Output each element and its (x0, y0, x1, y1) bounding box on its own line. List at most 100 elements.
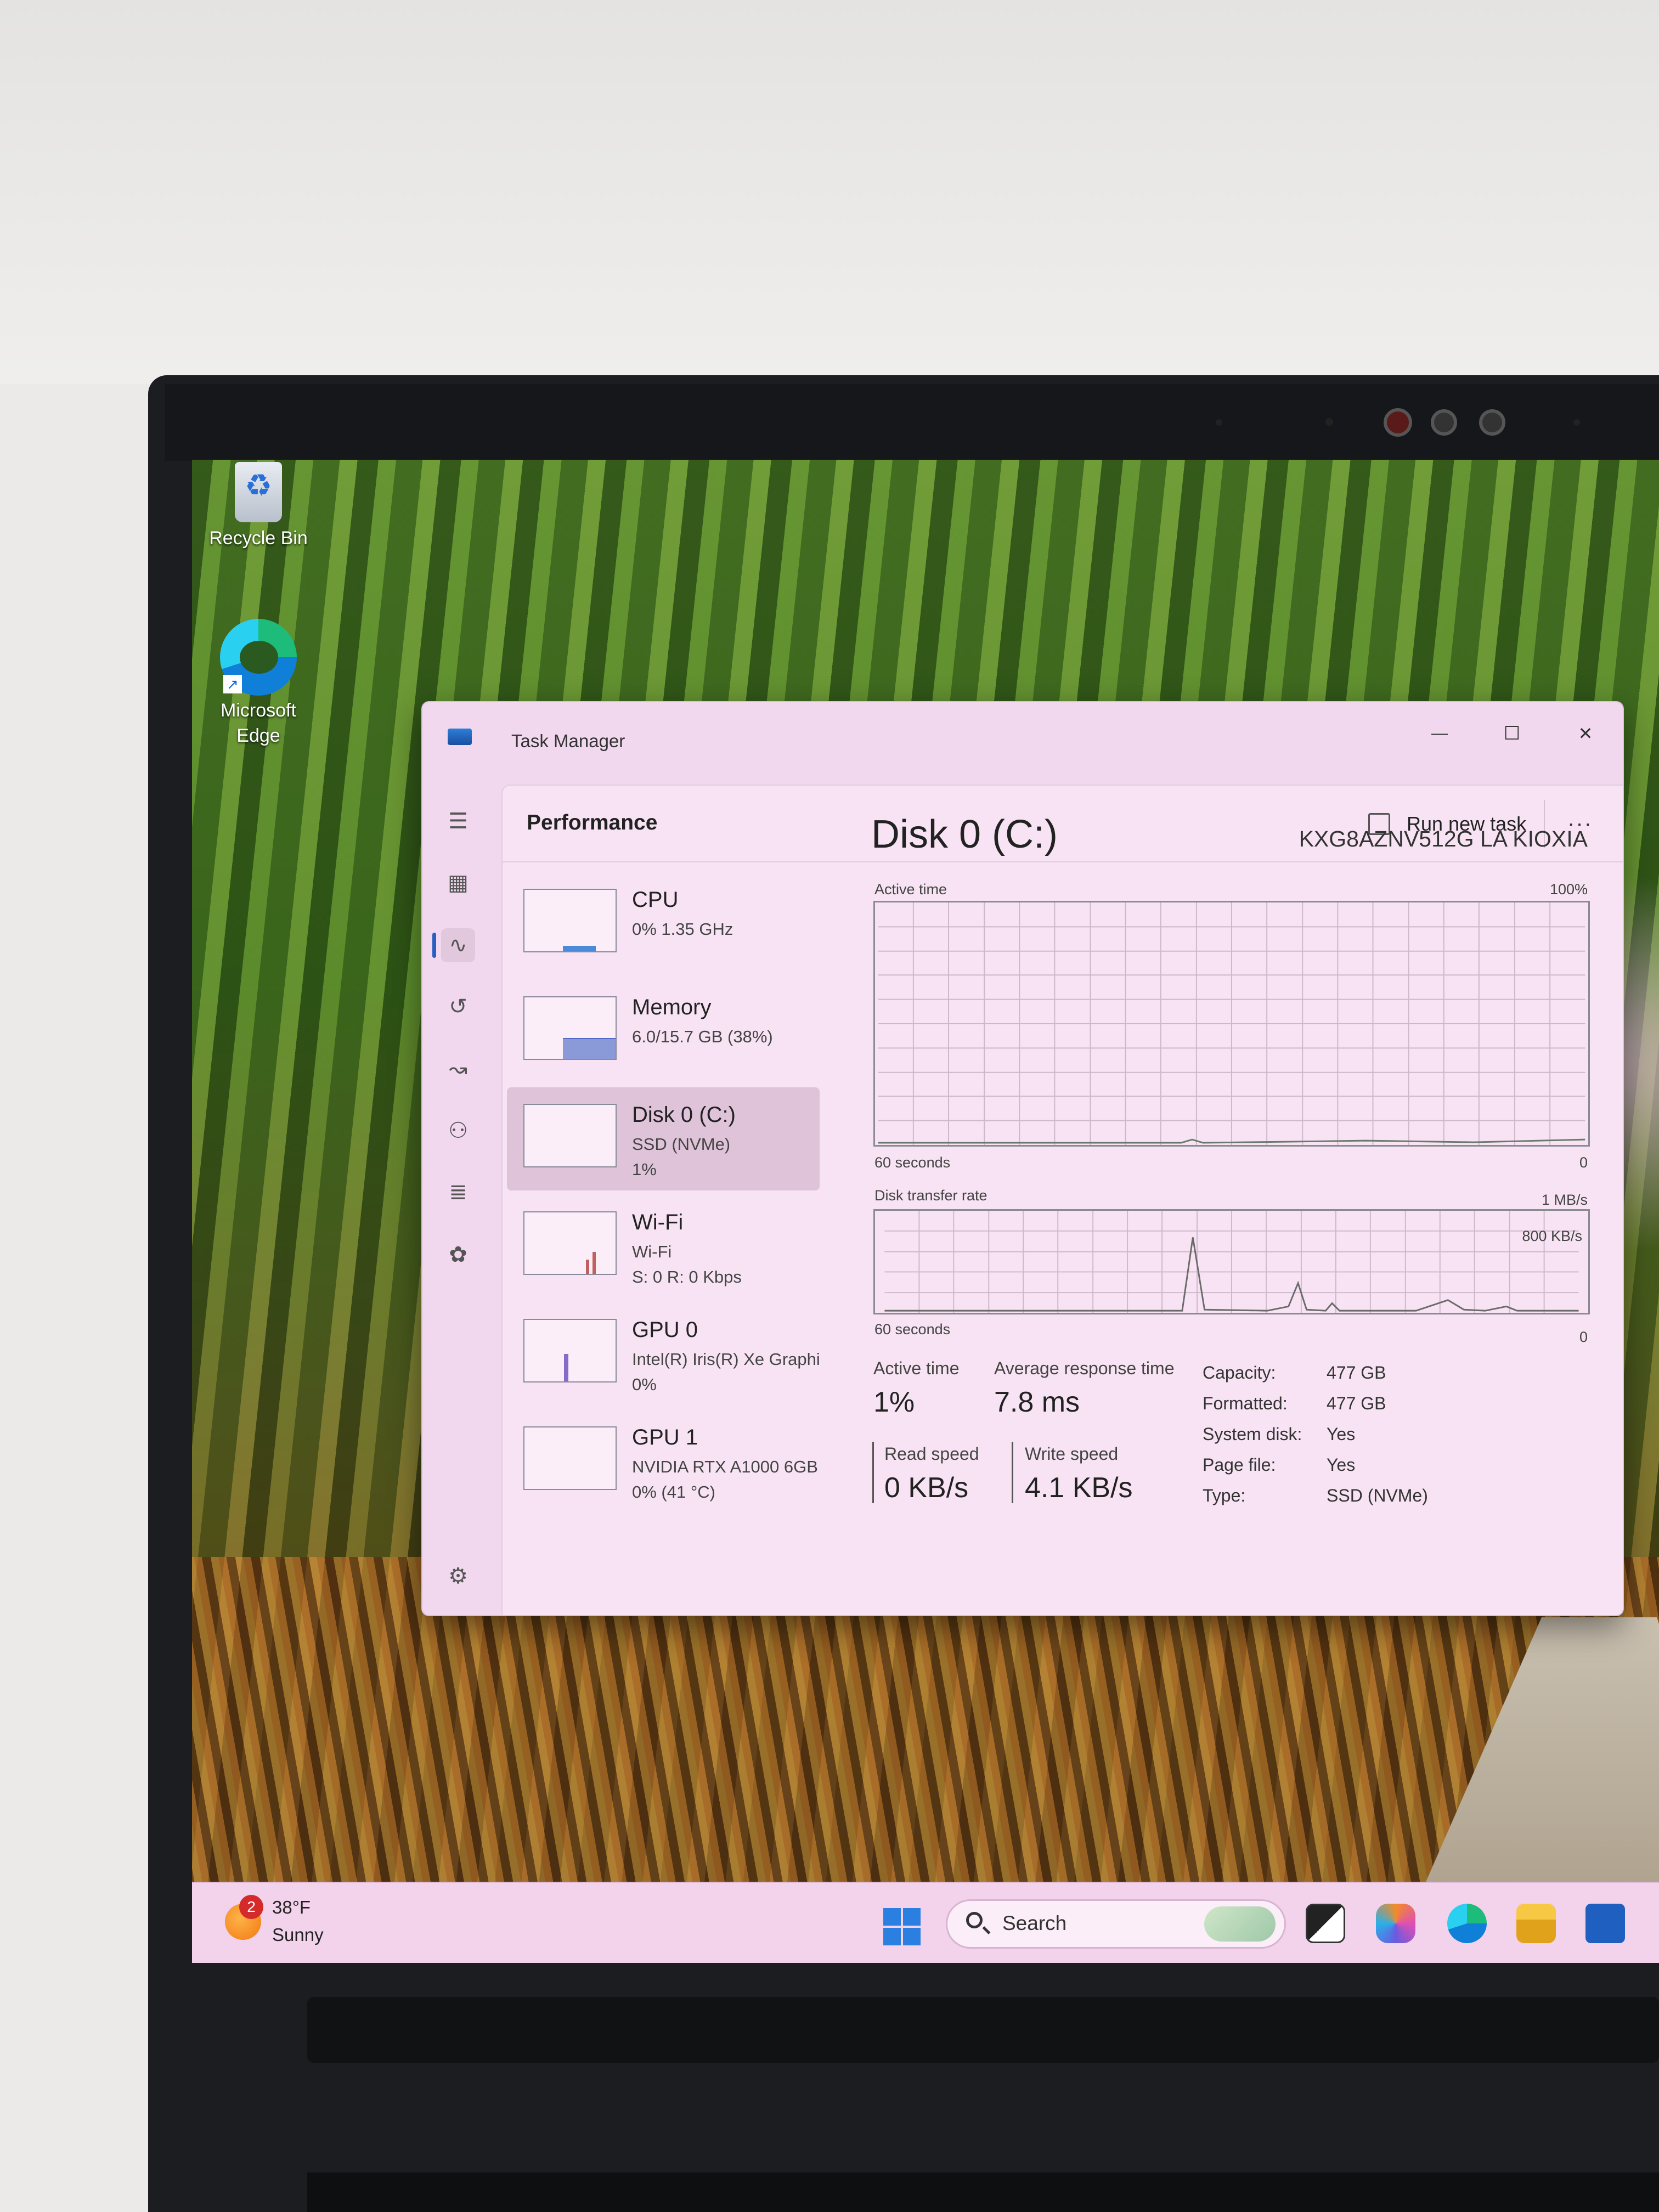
search-icon (966, 1912, 983, 1928)
device-stat: 0% 1.35 GHz (632, 919, 733, 939)
camera-icon (1431, 409, 1457, 436)
task-manager-app-icon (448, 729, 472, 745)
search-placeholder: Search (1002, 1912, 1067, 1934)
services-icon[interactable]: ✿ (441, 1238, 475, 1272)
keyboard-row (307, 2172, 1659, 2212)
gpu0-mini-graph (523, 1319, 617, 1383)
graph-min-label: 0 (1579, 1329, 1588, 1345)
avg-response-value: 7.8 ms (994, 1386, 1080, 1418)
device-item-gpu0[interactable]: GPU 0 Intel(R) Iris(R) Xe Graphi 0% (507, 1302, 820, 1406)
startup-apps-icon[interactable]: ↝ (441, 1052, 475, 1086)
recycle-bin-icon (235, 462, 282, 522)
page-title: Performance (527, 811, 658, 834)
graph-min-label: 0 (1579, 1154, 1588, 1171)
performance-icon[interactable]: ∿ (441, 928, 475, 962)
window-title: Task Manager (511, 731, 625, 751)
active-time-value: 1% (873, 1386, 915, 1418)
device-item-wifi[interactable]: Wi-Fi Wi-Fi S: 0 R: 0 Kbps (507, 1195, 820, 1298)
device-stat: S: 0 R: 0 Kbps (632, 1267, 742, 1286)
hamburger-menu-icon[interactable]: ☰ (441, 804, 475, 838)
file-explorer-icon[interactable] (1516, 1904, 1556, 1943)
graph-time-label: 60 seconds (874, 1321, 951, 1338)
transfer-rate-graph (873, 1209, 1590, 1314)
copilot-icon[interactable] (1376, 1904, 1415, 1943)
sensor-dot (1325, 418, 1333, 426)
task-view-icon[interactable] (1306, 1904, 1345, 1943)
weather-description[interactable]: Sunny (272, 1925, 324, 1945)
minimize-button[interactable]: — (1407, 714, 1472, 753)
property-value: 477 GB (1327, 1393, 1386, 1413)
device-item-cpu[interactable]: CPU 0% 1.35 GHz (507, 872, 820, 975)
property-key: System disk: (1203, 1424, 1302, 1444)
start-button[interactable] (883, 1908, 922, 1946)
property-key: Page file: (1203, 1455, 1276, 1475)
taskbar-search-box[interactable]: Search (946, 1899, 1286, 1949)
desktop-icon-label: Microsoft Edge (221, 700, 296, 746)
desktop-icon-label: Recycle Bin (209, 528, 308, 549)
device-name: GPU 0 (632, 1318, 698, 1342)
device-item-gpu1[interactable]: GPU 1 NVIDIA RTX A1000 6GB 0% (41 °C) (507, 1410, 820, 1513)
graph-max-label: 1 MB/s (1541, 1192, 1588, 1208)
maximize-button[interactable]: ☐ (1479, 714, 1545, 753)
keyboard-hinge (307, 1997, 1659, 2063)
write-speed-label: Write speed (1025, 1444, 1119, 1464)
property-value: SSD (NVMe) (1327, 1486, 1428, 1505)
windows-logo-icon (883, 1928, 901, 1945)
graph-time-label: 60 seconds (874, 1154, 951, 1171)
wifi-mini-graph (523, 1211, 617, 1275)
device-stat: Intel(R) Iris(R) Xe Graphi (632, 1350, 820, 1369)
device-name: Memory (632, 995, 712, 1019)
metric-divider (872, 1442, 874, 1503)
device-stat: 1% (632, 1160, 657, 1179)
device-item-memory[interactable]: Memory 6.0/15.7 GB (38%) (507, 980, 820, 1083)
graph-mid-label: 800 KB/s (1522, 1228, 1582, 1244)
weather-temperature[interactable]: 38°F (272, 1897, 311, 1918)
write-speed-value: 4.1 KB/s (1025, 1472, 1133, 1504)
users-icon[interactable]: ⚇ (441, 1114, 475, 1148)
metric-divider (1012, 1442, 1013, 1503)
close-button[interactable]: ✕ (1553, 714, 1618, 753)
read-speed-value: 0 KB/s (884, 1472, 969, 1504)
property-value: 477 GB (1327, 1363, 1386, 1383)
app-history-icon[interactable]: ↺ (441, 990, 475, 1024)
property-key: Capacity: (1203, 1363, 1276, 1383)
property-key: Type: (1203, 1486, 1246, 1505)
device-item-disk0[interactable]: Disk 0 (C:) SSD (NVMe) 1% (507, 1087, 820, 1190)
graph-spike (586, 1260, 589, 1274)
desktop-icon-edge[interactable]: ↗ Microsoft Edge (195, 619, 321, 748)
cpu-mini-graph (523, 889, 617, 952)
nav-rail: ☰ ▦ ∿ ↺ ↝ ⚇ ≣ ✿ ⚙ (422, 785, 494, 1615)
edge-icon: ↗ (220, 619, 297, 696)
edge-taskbar-icon[interactable] (1447, 1904, 1487, 1943)
graph-max-label: 100% (1549, 881, 1588, 898)
memory-mini-graph (523, 996, 617, 1060)
notification-badge: 2 (239, 1895, 263, 1919)
active-indicator (432, 933, 436, 958)
graph-spike (564, 1354, 568, 1381)
property-value: Yes (1327, 1424, 1356, 1444)
sensor-dot (1216, 419, 1222, 426)
disk-model: KXG8AZNV512G LA KIOXIA (1299, 826, 1588, 851)
shortcut-arrow-icon: ↗ (223, 675, 242, 693)
windows-logo-icon (883, 1908, 901, 1926)
desktop-icon-recycle-bin[interactable]: Recycle Bin (195, 462, 321, 551)
details-icon[interactable]: ≣ (441, 1175, 475, 1209)
gpu1-mini-graph (523, 1426, 617, 1490)
disk-mini-graph (523, 1104, 617, 1167)
store-icon[interactable] (1585, 1904, 1625, 1943)
settings-icon[interactable]: ⚙ (441, 1559, 475, 1593)
device-stat: 6.0/15.7 GB (38%) (632, 1027, 773, 1046)
sensor-dot (1573, 419, 1580, 426)
device-stat: SSD (NVMe) (632, 1135, 731, 1154)
disk-title: Disk 0 (C:) (871, 812, 1058, 856)
laptop-bezel (165, 384, 1659, 461)
device-name: Disk 0 (C:) (632, 1103, 736, 1127)
camera-icon (1384, 408, 1412, 437)
active-time-label: Active time (873, 1358, 960, 1378)
device-name: GPU 1 (632, 1425, 698, 1449)
memory-fill (563, 1038, 616, 1059)
processes-icon[interactable]: ▦ (441, 866, 475, 900)
device-stat: NVIDIA RTX A1000 6GB (632, 1457, 818, 1476)
search-highlight-icon (1204, 1906, 1276, 1942)
graph-label: Disk transfer rate (874, 1187, 988, 1204)
